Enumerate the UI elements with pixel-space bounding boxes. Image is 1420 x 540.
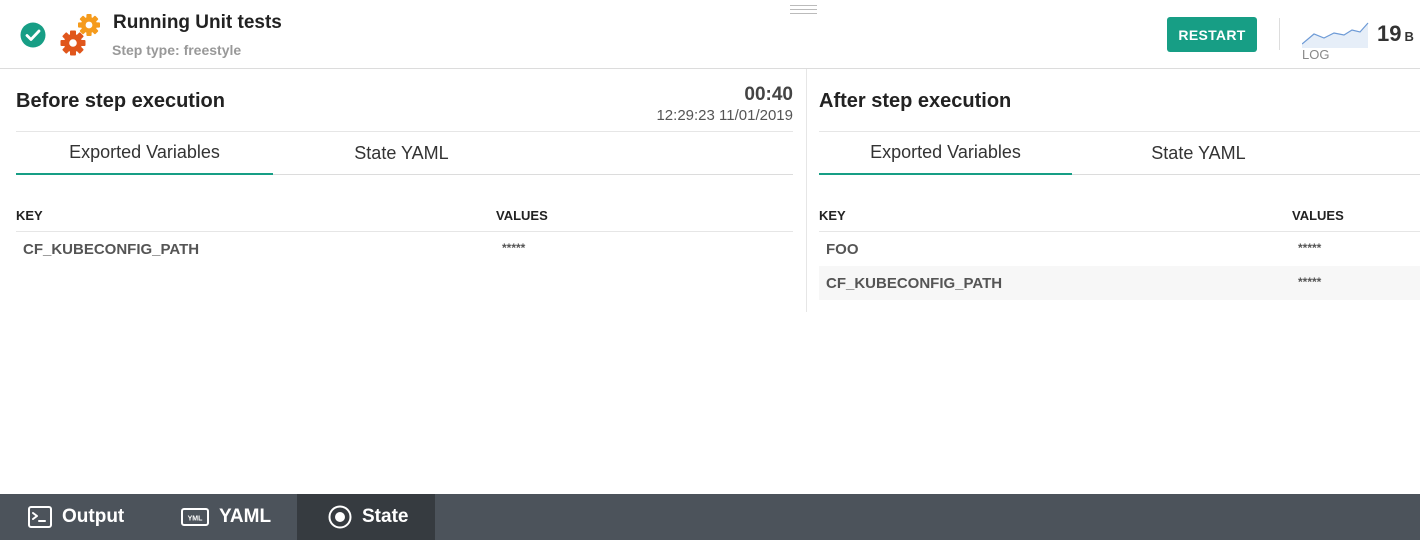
tab-exported-variables[interactable]: Exported Variables [16,132,273,175]
variable-value: ***** [1298,241,1322,255]
tab-state-yaml[interactable]: State YAML [273,132,530,175]
bottom-tab-yaml[interactable]: YML YAML [150,494,297,540]
column-header-key: KEY [16,208,43,223]
bottom-tab-output[interactable]: Output [0,494,150,540]
bottom-tab-label: YAML [219,506,272,527]
log-size-unit: B [1404,29,1414,44]
gears-icon [60,12,104,58]
variable-value: ***** [1298,275,1322,289]
column-header-key: KEY [819,208,846,223]
step-title: Running Unit tests [113,12,282,33]
state-icon [328,505,352,529]
success-check-icon [20,22,46,48]
tab-exported-variables[interactable]: Exported Variables [819,132,1072,175]
table-row: CF_KUBECONFIG_PATH ***** [819,266,1420,300]
bottom-tab-label: Output [62,506,125,527]
before-panel-title: Before step execution [16,90,225,112]
step-timestamp: 12:29:23 11/01/2019 [656,107,793,124]
bottom-tab-bar: Output YML YAML State [0,494,1420,540]
step-duration: 00:40 [744,84,793,105]
table-row: CF_KUBECONFIG_PATH ***** [16,232,793,266]
resize-handle[interactable] [790,5,817,15]
variable-key: CF_KUBECONFIG_PATH [23,241,200,258]
svg-text:YML: YML [188,516,204,523]
terminal-icon [28,506,52,528]
log-sparkline-icon[interactable] [1301,20,1370,48]
panel-separator [806,69,807,312]
restart-button[interactable]: RESTART [1167,17,1257,52]
variable-key: CF_KUBECONFIG_PATH [826,275,1003,292]
variable-value: ***** [502,241,526,255]
step-header: Running Unit tests Step type: freestyle … [0,0,1420,69]
log-size: 19 B [1377,21,1414,47]
log-label[interactable]: LOG [1302,47,1329,62]
yaml-icon: YML [181,508,209,526]
table-row: FOO ***** [819,232,1420,266]
after-panel-title: After step execution [819,90,1012,112]
log-size-value: 19 [1377,21,1402,46]
column-header-values: VALUES [1292,208,1344,223]
tab-state-yaml[interactable]: State YAML [1072,132,1325,175]
header-divider [1279,18,1280,50]
bottom-tab-label: State [362,506,409,527]
column-header-values: VALUES [496,208,548,223]
step-type: Step type: freestyle [112,42,242,58]
after-tabs: Exported Variables State YAML [819,132,1420,175]
bottom-tab-state[interactable]: State [297,494,435,540]
variable-key: FOO [826,241,859,258]
before-tabs: Exported Variables State YAML [16,132,793,175]
